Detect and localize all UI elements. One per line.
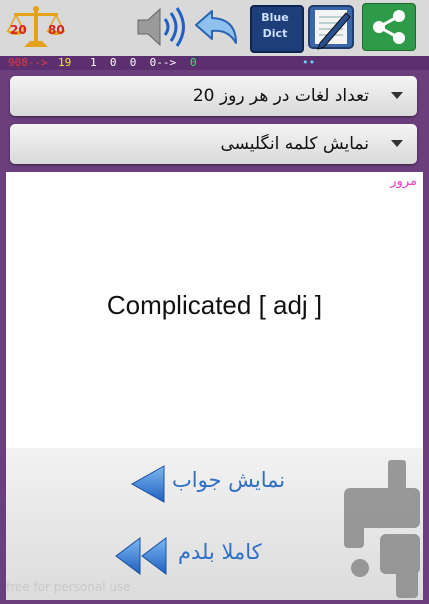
- status-yellow: 19: [58, 56, 72, 69]
- edit-note-icon[interactable]: [306, 3, 356, 51]
- dict-label-line2: Dict: [262, 27, 288, 40]
- share-icon[interactable]: [362, 3, 416, 51]
- show-answer-label: نمایش جواب: [172, 468, 286, 492]
- words-per-day-dropdown[interactable]: تعداد لغات در هر روز 20: [10, 76, 417, 116]
- flashcard: مرور Complicated [ adj ]: [6, 172, 423, 448]
- progress-status-bar: 908--> 19 1 0 0 0--> 0 ••: [0, 56, 429, 70]
- scale-right-value: 80: [48, 23, 65, 37]
- scale-left-value: 20: [10, 23, 27, 37]
- watermark-text: free for personal use: [6, 580, 131, 594]
- balance-scale-icon[interactable]: 20 80: [4, 3, 68, 51]
- speaker-icon[interactable]: [134, 3, 188, 51]
- review-label: مرور: [390, 174, 417, 189]
- back-arrow-icon[interactable]: [192, 3, 244, 51]
- blue-dict-icon[interactable]: Blue Dict: [248, 3, 304, 53]
- double-triangle-left-icon: [115, 537, 167, 575]
- status-dots: ••: [302, 56, 316, 69]
- know-completely-button[interactable]: کاملا بلدم: [6, 532, 306, 582]
- status-white: 1 0 0 0-->: [90, 56, 177, 69]
- status-red: 908-->: [8, 56, 48, 69]
- status-green: 0: [190, 56, 197, 69]
- store-logo: [340, 458, 424, 600]
- top-toolbar: 20 80 Blue Dict: [0, 0, 429, 56]
- show-answer-button[interactable]: نمایش جواب: [6, 460, 306, 510]
- chevron-down-icon: [391, 92, 403, 99]
- know-completely-label: کاملا بلدم: [178, 540, 262, 564]
- dict-label-line1: Blue: [261, 11, 289, 24]
- triangle-left-icon: [130, 465, 165, 503]
- flashcard-word: Complicated [ adj ]: [106, 290, 323, 320]
- display-mode-dropdown[interactable]: نمایش کلمه انگلیسی: [10, 124, 417, 164]
- chevron-down-icon: [391, 140, 403, 147]
- words-per-day-value: تعداد لغات در هر روز 20: [192, 86, 369, 106]
- display-mode-value: نمایش کلمه انگلیسی: [220, 134, 369, 154]
